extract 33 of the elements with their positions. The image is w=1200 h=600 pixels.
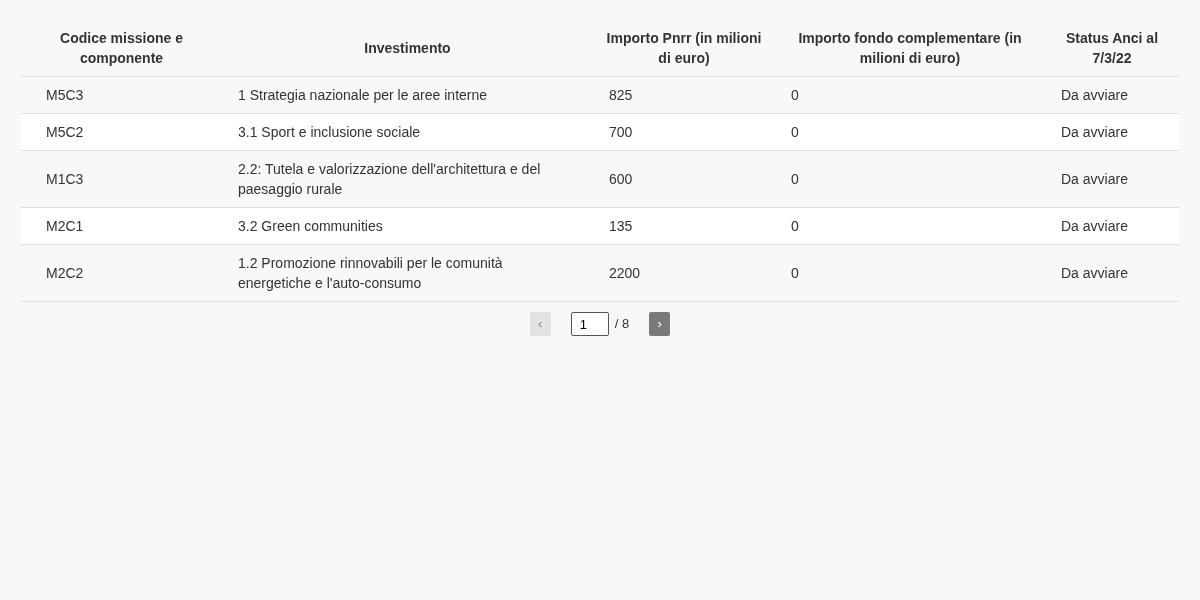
table-cell: Da avviare	[1045, 207, 1179, 245]
table-cell: 1.2 Promozione rinnovabili per le comunità energetiche e l'auto-consumo	[222, 244, 593, 302]
table-cell: M5C2	[21, 113, 222, 151]
column-header: Investimento	[222, 20, 593, 77]
table-cell: 0	[775, 76, 1045, 114]
table-cell: Da avviare	[1045, 244, 1179, 302]
table-cell: M1C3	[21, 150, 222, 208]
table-cell: 3.2 Green communities	[222, 207, 593, 245]
table-cell: 700	[593, 113, 775, 151]
table-cell: 135	[593, 207, 775, 245]
table-cell: Da avviare	[1045, 76, 1179, 114]
table-cell: 2.2: Tutela e valorizzazione dell'architettura e del paesaggio rurale	[222, 150, 593, 208]
table-cell: 0	[775, 244, 1045, 302]
table-cell: 0	[775, 150, 1045, 208]
table-cell: 3.1 Sport e inclusione sociale	[222, 113, 593, 151]
next-page-button[interactable]: ›	[649, 312, 671, 336]
table-cell: 1 Strategia nazionale per le aree interne	[222, 76, 593, 114]
table-cell: Da avviare	[1045, 113, 1179, 151]
page-input[interactable]: 1	[570, 312, 609, 336]
table-cell: 0	[775, 207, 1045, 245]
table-cell: 825	[593, 76, 775, 114]
table-cell: M5C3	[21, 76, 222, 114]
column-header: Status Anci al 7/3/22	[1045, 20, 1179, 77]
table-cell: Da avviare	[1045, 150, 1179, 208]
table-cell: 600	[593, 150, 775, 208]
column-header: Codice missione e componente	[21, 20, 222, 77]
table-cell: M2C2	[21, 244, 222, 302]
table-cell: 2200	[593, 244, 775, 302]
page-total: / 8	[614, 315, 630, 334]
table-cell: 0	[775, 113, 1045, 151]
column-header: Importo fondo complementare (in milioni di euro)	[775, 20, 1045, 77]
table-cell: M2C1	[21, 207, 222, 245]
column-header: Importo Pnrr (in milioni di euro)	[593, 20, 775, 77]
